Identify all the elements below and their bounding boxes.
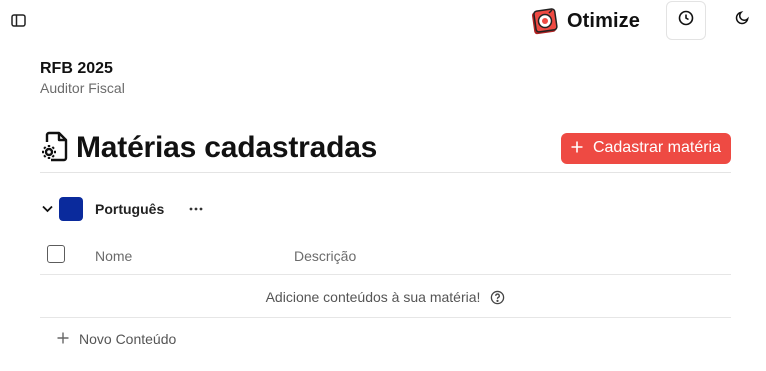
exam-info: RFB 2025 Auditor Fiscal [40, 59, 125, 97]
subject-color-swatch[interactable] [59, 197, 83, 221]
brand-name: Otimize [567, 9, 640, 32]
new-content-button[interactable]: Novo Conteúdo [57, 330, 176, 348]
history-button[interactable] [666, 1, 706, 40]
exam-title: RFB 2025 [40, 60, 113, 77]
section-title-wrap: Matérias cadastradas [40, 130, 377, 167]
divider [40, 317, 731, 318]
divider [40, 274, 731, 275]
otimize-logo-icon [531, 7, 559, 35]
question-circle-icon[interactable] [490, 290, 505, 305]
chevron-down-icon[interactable] [40, 202, 54, 216]
clock-icon [678, 10, 694, 31]
subject-row[interactable]: Português [40, 197, 205, 221]
subject-name[interactable]: Português [95, 201, 164, 217]
page-title: Matérias cadastradas [76, 131, 378, 164]
plus-icon [571, 137, 583, 157]
empty-state-message: Adicione conteúdos à sua matéria! [265, 289, 481, 305]
plus-icon [57, 329, 69, 347]
table-header: Nome Descrição [40, 243, 731, 273]
add-subject-button[interactable]: Cadastrar matéria [560, 132, 731, 164]
section-header: Matérias cadastradas Cadastrar matéria [40, 130, 731, 166]
select-all-checkbox[interactable] [47, 245, 65, 263]
file-gear-icon [40, 130, 70, 167]
moon-icon [735, 10, 750, 30]
ellipsis-icon[interactable] [187, 202, 205, 216]
empty-state: Adicione conteúdos à sua matéria! [40, 287, 731, 307]
brand[interactable]: Otimize [531, 5, 640, 37]
sidebar-toggle-icon[interactable] [9, 11, 27, 29]
column-header-description[interactable]: Descrição [294, 248, 356, 264]
divider [40, 172, 731, 173]
theme-toggle-button[interactable] [732, 10, 752, 30]
exam-subtitle: Auditor Fiscal [40, 80, 125, 96]
add-subject-label: Cadastrar matéria [592, 139, 721, 156]
column-header-name[interactable]: Nome [95, 248, 132, 264]
new-content-label: Novo Conteúdo [79, 331, 177, 347]
